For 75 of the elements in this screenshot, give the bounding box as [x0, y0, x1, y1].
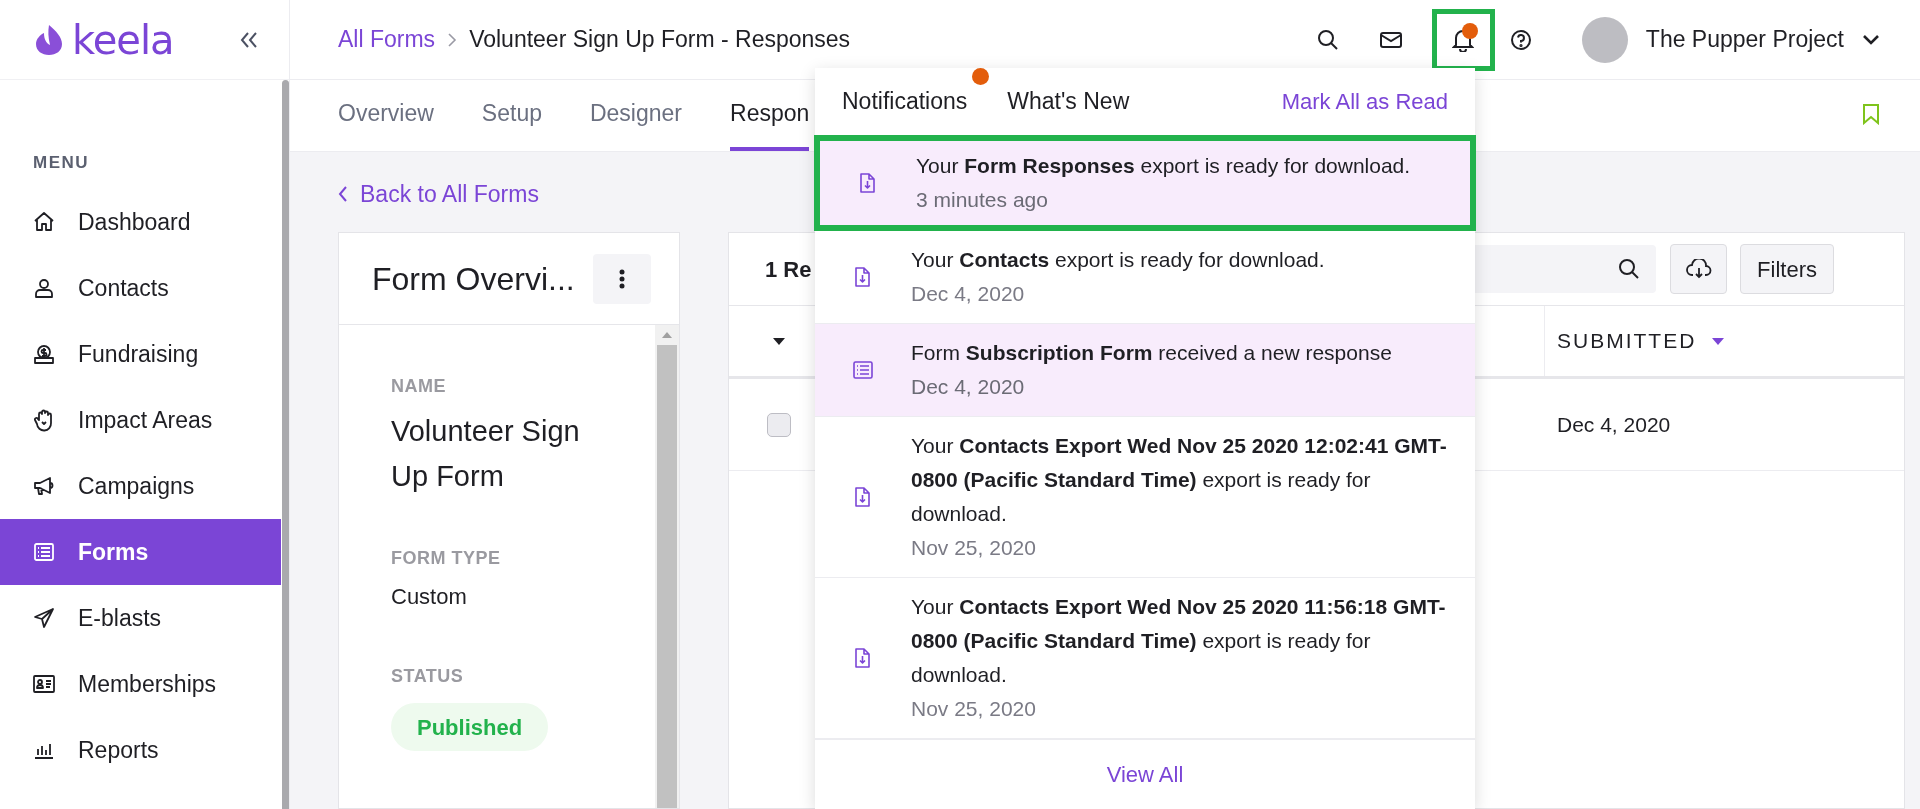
notification-text: Your Form Responses export is ready for download. [916, 153, 1412, 179]
megaphone-icon [32, 474, 56, 498]
notification-time: Nov 25, 2020 [911, 535, 1037, 561]
sidebar-item[interactable]: Contacts [0, 255, 281, 321]
chevron-right-icon [447, 31, 458, 48]
status-badge: Published [391, 703, 549, 751]
help-icon[interactable] [1509, 28, 1532, 51]
card-title: Form Overvi... [372, 259, 575, 299]
dropdown-tab[interactable]: Notifications [842, 84, 968, 119]
notification-text: Your Contacts export is ready for download. [911, 247, 1326, 273]
responses-count: 1 Re [765, 255, 812, 284]
sort-caret-icon[interactable] [1712, 337, 1725, 345]
list-icon [32, 540, 56, 564]
menu-heading: MENU [32, 152, 91, 174]
mail-icon[interactable] [1379, 30, 1402, 49]
coin-icon [32, 342, 56, 366]
cloud-download-icon [1685, 259, 1712, 279]
sidebar-item[interactable]: Dashboard [0, 189, 281, 255]
field-label: NAME [391, 375, 447, 398]
id-card-icon [32, 672, 56, 696]
more-button[interactable] [593, 253, 651, 304]
notification-item[interactable]: Your Contacts Export Wed Nov 25 2020 12:02:41 GMT-0800 (Pacific Standard Time) export is ready for download. Nov 25, 2020 [815, 417, 1475, 578]
scrollbar[interactable] [282, 80, 289, 809]
filters-button[interactable]: Filters [1740, 244, 1834, 294]
kebab-icon [619, 268, 625, 289]
table-cell: Dec 4, 2020 [1557, 412, 1671, 436]
list-icon [852, 359, 874, 381]
sidebar-item[interactable]: Fundraising [0, 321, 281, 387]
chevron-left-icon [338, 185, 348, 203]
search-icon [1618, 258, 1641, 280]
collapse-icon[interactable] [239, 30, 259, 49]
sidebar-item[interactable]: Campaigns [0, 453, 281, 519]
field-value: Custom [391, 583, 468, 611]
tab[interactable]: Overview [338, 80, 434, 151]
breadcrumb-link[interactable]: All Forms [338, 22, 436, 57]
dropdown-tab[interactable]: What's New [1007, 84, 1130, 119]
sidebar-item[interactable]: Impact Areas [0, 387, 281, 453]
tab[interactable]: Setup [481, 80, 542, 151]
notification-text: Your Contacts Export Wed Nov 25 2020 12:02:41 GMT-0800 (Pacific Standard Time) export is ready for download. [911, 433, 1448, 527]
caret-down-icon[interactable] [773, 337, 785, 345]
person-icon [32, 276, 56, 300]
chevron-down-icon[interactable] [1862, 33, 1880, 46]
scrollbar[interactable] [655, 325, 679, 808]
paper-plane-icon [32, 606, 56, 630]
sidebar-item[interactable]: Memberships [0, 651, 281, 717]
row-checkbox[interactable] [767, 412, 791, 437]
column-header[interactable]: SUBMITTED [1557, 325, 1697, 357]
mark-all-read-link[interactable]: Mark All as Read [1281, 85, 1448, 118]
notification-text: Form Subscription Form received a new response [911, 340, 1393, 366]
notification-text: Your Contacts Export Wed Nov 25 2020 11:56:18 GMT-0800 (Pacific Standard Time) export is ready for download. [911, 594, 1447, 688]
notification-item[interactable]: Your Contacts export is ready for download. Dec 4, 2020 [815, 231, 1475, 324]
notification-time: Dec 4, 2020 [911, 281, 1026, 307]
notification-item[interactable]: Form Subscription Form received a new response Dec 4, 2020 [815, 324, 1475, 417]
sidebar-item[interactable]: Reports [0, 717, 281, 783]
tab[interactable]: Designer [589, 80, 682, 151]
notification-item[interactable]: Your Form Responses export is ready for download. 3 minutes ago [814, 135, 1476, 231]
scrollbar-thumb[interactable] [657, 345, 677, 808]
field-value: Volunteer Sign Up Form [391, 414, 581, 494]
home-icon [32, 210, 56, 234]
notification-item[interactable]: Your Contacts Export Wed Nov 25 2020 11:56:18 GMT-0800 (Pacific Standard Time) export is ready for download. Nov 25, 2020 [815, 578, 1475, 739]
field-label: FORM TYPE [391, 547, 502, 570]
notification-time: Nov 25, 2020 [911, 696, 1037, 722]
page-title: Volunteer Sign Up Form - Responses [469, 25, 851, 55]
logo-text: keela [72, 19, 174, 60]
field-label: STATUS [391, 665, 465, 688]
back-link[interactable]: Back to All Forms [338, 180, 539, 208]
download-button[interactable] [1670, 244, 1728, 294]
notification-time: 3 minutes ago [916, 187, 1049, 213]
notification-time: Dec 4, 2020 [911, 374, 1026, 400]
search-icon[interactable] [1316, 28, 1339, 51]
sidebar-item[interactable]: Forms [0, 519, 281, 585]
sidebar-item[interactable]: E-blasts [0, 585, 281, 651]
view-all-link[interactable]: View All [815, 739, 1475, 809]
account-name[interactable]: The Pupper Project [1645, 22, 1844, 57]
bell-icon[interactable] [1452, 27, 1475, 52]
